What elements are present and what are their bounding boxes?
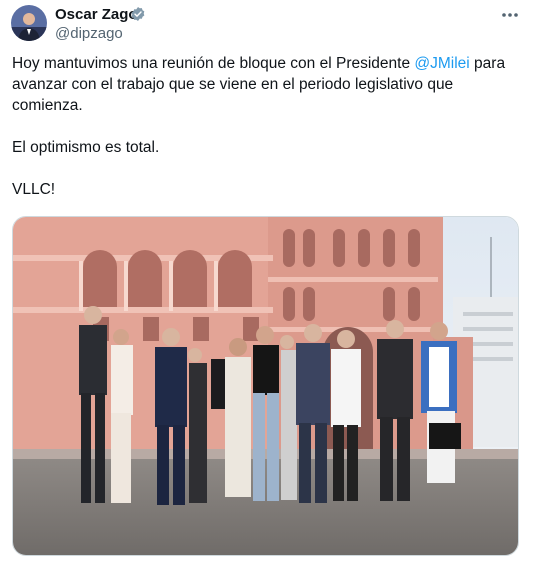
mention-link[interactable]: @JMilei <box>414 55 469 72</box>
author-name[interactable]: Oscar Zago <box>55 6 138 24</box>
tweet-line-4: El optimismo es total. <box>12 139 160 156</box>
tweet-text-segment: para <box>469 55 506 72</box>
author-handle[interactable]: @dipzago <box>55 25 123 43</box>
tweet-photo[interactable] <box>12 216 519 556</box>
more-options-icon[interactable] <box>499 4 521 26</box>
tweet-line-3: comienza. <box>12 97 83 114</box>
tweet: Oscar Zago @dipzago Hoy mantuvimos una r… <box>0 0 533 566</box>
verified-badge-icon <box>130 6 146 22</box>
tweet-line-1: Hoy mantuvimos una reunión de bloque con… <box>12 53 517 74</box>
tweet-line-2: avanzar con el trabajo que se viene en e… <box>12 76 454 93</box>
tweet-line-5: VLLC! <box>12 181 56 198</box>
tweet-text: Hoy mantuvimos una reunión de bloque con… <box>12 53 517 200</box>
tweet-text-segment: Hoy mantuvimos una reunión de bloque con… <box>12 55 415 72</box>
author-avatar[interactable] <box>11 5 47 41</box>
